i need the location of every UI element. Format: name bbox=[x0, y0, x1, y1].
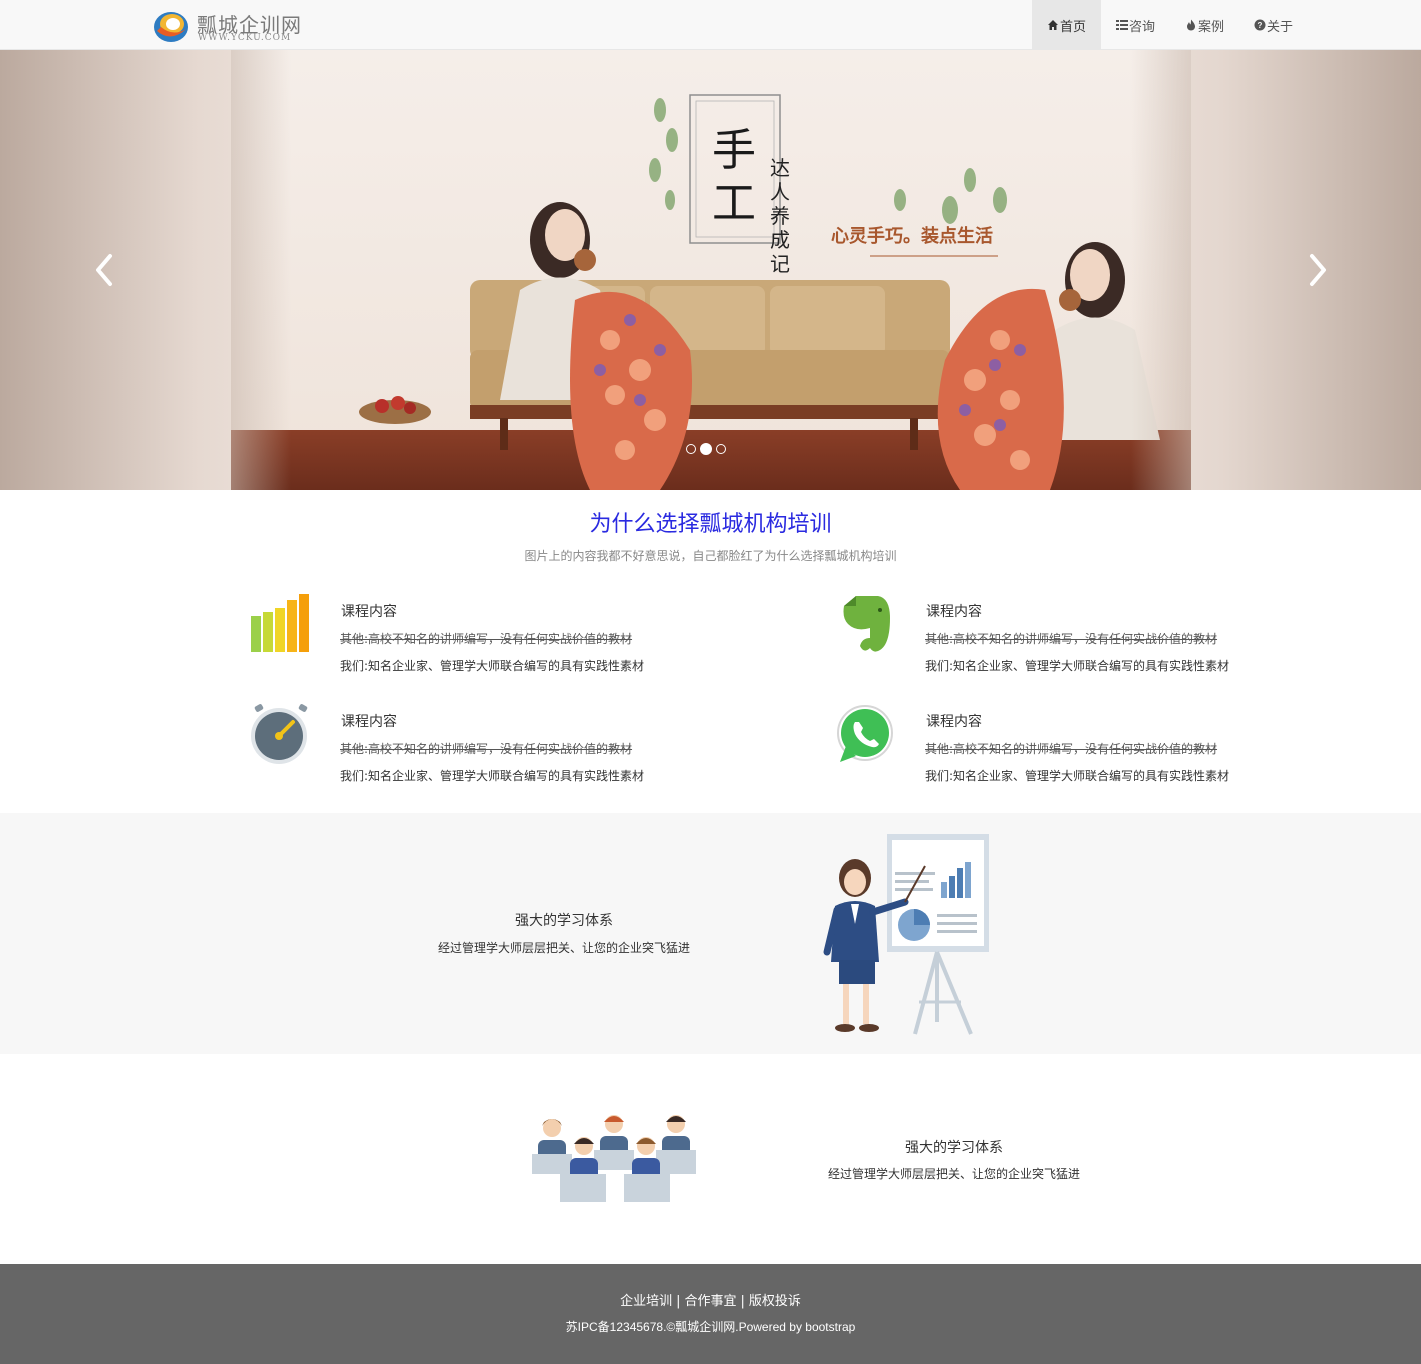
feature-old-text: 其他:高校不知名的讲师编写，没有任何实战价值的教材 bbox=[340, 742, 633, 756]
carousel-dot-active[interactable] bbox=[700, 443, 712, 455]
footer-link-training[interactable]: 企业培训 bbox=[620, 1294, 672, 1309]
footer-separator: | bbox=[676, 1294, 681, 1309]
home-icon bbox=[1048, 20, 1058, 30]
feature-item: 课程内容 其他:高校不知名的讲师编写，没有任何实战价值的教材 我们:知名企业家、… bbox=[249, 592, 689, 682]
feature-title: 课程内容 bbox=[926, 604, 982, 620]
footer-copyright: 苏IPC备12345678.©瓢城企训网.Powered by bootstra… bbox=[565, 1320, 856, 1334]
banner-headline-1: 手 bbox=[712, 125, 756, 176]
section-text: 经过管理学大师层层把关、让您的企业突飞猛进 bbox=[437, 941, 690, 955]
feature-item: 课程内容 其他:高校不知名的讲师编写，没有任何实战价值的教材 我们:知名企业家、… bbox=[834, 702, 1274, 792]
stopwatch-icon bbox=[251, 704, 308, 764]
section-text: 经过管理学大师层层把关、让您的企业突飞猛进 bbox=[827, 1167, 1080, 1181]
feature-title: 课程内容 bbox=[341, 604, 397, 620]
carousel-next-icon[interactable] bbox=[1302, 250, 1332, 290]
section-heading: 强大的学习体系 bbox=[905, 1140, 1003, 1156]
main-nav: 首页 咨询 案例 ? 关于 bbox=[1032, 0, 1308, 50]
nav-item-label: 案例 bbox=[1198, 19, 1225, 35]
feature-old-text: 其他:高校不知名的讲师编写，没有任何实战价值的教材 bbox=[925, 742, 1218, 756]
banner-vertical-char: 人 bbox=[770, 180, 790, 204]
banner-tagline: 心灵手巧。装点生活 bbox=[831, 225, 993, 247]
feature-new-text: 我们:知名企业家、管理学大师联合编写的具有实践性素材 bbox=[340, 659, 645, 673]
why-subtitle: 图片上的内容我都不好意思说，自己都脸红了为什么选择瓢城机构培训 bbox=[524, 549, 897, 563]
banner-image: 手 工 达 人 养 成 记 心灵手巧。装点生活 bbox=[231, 50, 1191, 490]
feature-new-text: 我们:知名企业家、管理学大师联合编写的具有实践性素材 bbox=[925, 659, 1230, 673]
banner-vertical-char: 记 bbox=[770, 252, 790, 276]
carousel-dot[interactable] bbox=[716, 444, 726, 454]
nav-item-label: 首页 bbox=[1060, 19, 1087, 35]
brand-logo-link[interactable]: 瓢城企训网 WWW.YCKU.COM bbox=[153, 7, 313, 45]
list-icon bbox=[1116, 20, 1129, 30]
carousel-dot[interactable] bbox=[686, 444, 696, 454]
brand-logo-icon bbox=[154, 12, 188, 42]
footer-separator: | bbox=[740, 1294, 745, 1309]
question-circle-icon: ? bbox=[1254, 19, 1266, 31]
learning-system-section: 强大的学习体系 经过管理学大师层层把关、让您的企业突飞猛进 bbox=[0, 813, 1421, 1054]
footer: 企业培训 | 合作事宜 | 版权投诉 苏IPC备12345678.©瓢城企训网.Powe… bbox=[0, 1264, 1421, 1364]
whatsapp-icon bbox=[837, 705, 893, 762]
banner-vertical-char: 成 bbox=[770, 228, 790, 252]
footer-link-cooperation[interactable]: 合作事宜 bbox=[684, 1294, 736, 1309]
call-center-team-illustration bbox=[532, 1115, 696, 1202]
nav-item-about[interactable]: ? 关于 bbox=[1239, 0, 1308, 50]
feature-new-text: 我们:知名企业家、管理学大师联合编写的具有实践性素材 bbox=[925, 769, 1230, 783]
hero-carousel: 手 工 达 人 养 成 记 心灵手巧。装点生活 bbox=[0, 50, 1421, 490]
banner-vertical-char: 达 bbox=[770, 156, 790, 180]
feature-old-text: 其他:高校不知名的讲师编写，没有任何实战价值的教材 bbox=[925, 632, 1218, 646]
feature-old-text: 其他:高校不知名的讲师编写，没有任何实战价值的教材 bbox=[340, 632, 633, 646]
nav-item-consult[interactable]: 咨询 bbox=[1101, 0, 1170, 50]
feature-title: 课程内容 bbox=[341, 714, 397, 730]
feature-item: 课程内容 其他:高校不知名的讲师编写，没有任何实战价值的教材 我们:知名企业家、… bbox=[834, 592, 1274, 682]
svg-text:?: ? bbox=[1258, 21, 1263, 30]
navbar: 瓢城企训网 WWW.YCKU.COM 首页 咨询 案例 ? 关于 bbox=[0, 0, 1421, 50]
carousel-prev-icon[interactable] bbox=[90, 250, 120, 290]
feature-item: 课程内容 其他:高校不知名的讲师编写，没有任何实战价值的教材 我们:知名企业家、… bbox=[249, 702, 689, 792]
section-heading: 强大的学习体系 bbox=[515, 913, 613, 929]
why-title: 为什么选择瓢城机构培训 bbox=[589, 512, 832, 537]
nav-item-label: 关于 bbox=[1267, 19, 1294, 35]
footer-link-copyright-complaint[interactable]: 版权投诉 bbox=[749, 1294, 801, 1309]
feature-new-text: 我们:知名企业家、管理学大师联合编写的具有实践性素材 bbox=[340, 769, 645, 783]
nav-item-home[interactable]: 首页 bbox=[1032, 0, 1102, 50]
presenter-illustration bbox=[823, 834, 989, 1035]
nav-item-cases[interactable]: 案例 bbox=[1170, 0, 1239, 50]
brand-subtitle: WWW.YCKU.COM bbox=[198, 33, 292, 43]
banner-headline-2: 工 bbox=[712, 178, 756, 229]
footer-links: 企业培训 | 合作事宜 | 版权投诉 bbox=[0, 1290, 1421, 1309]
carousel-indicators bbox=[686, 443, 726, 455]
bar-chart-icon bbox=[251, 594, 309, 652]
fire-icon bbox=[1187, 19, 1196, 31]
evernote-elephant-icon bbox=[843, 596, 890, 652]
nav-item-label: 咨询 bbox=[1129, 19, 1156, 35]
feature-title: 课程内容 bbox=[926, 714, 982, 730]
banner-vertical-char: 养 bbox=[770, 204, 790, 228]
